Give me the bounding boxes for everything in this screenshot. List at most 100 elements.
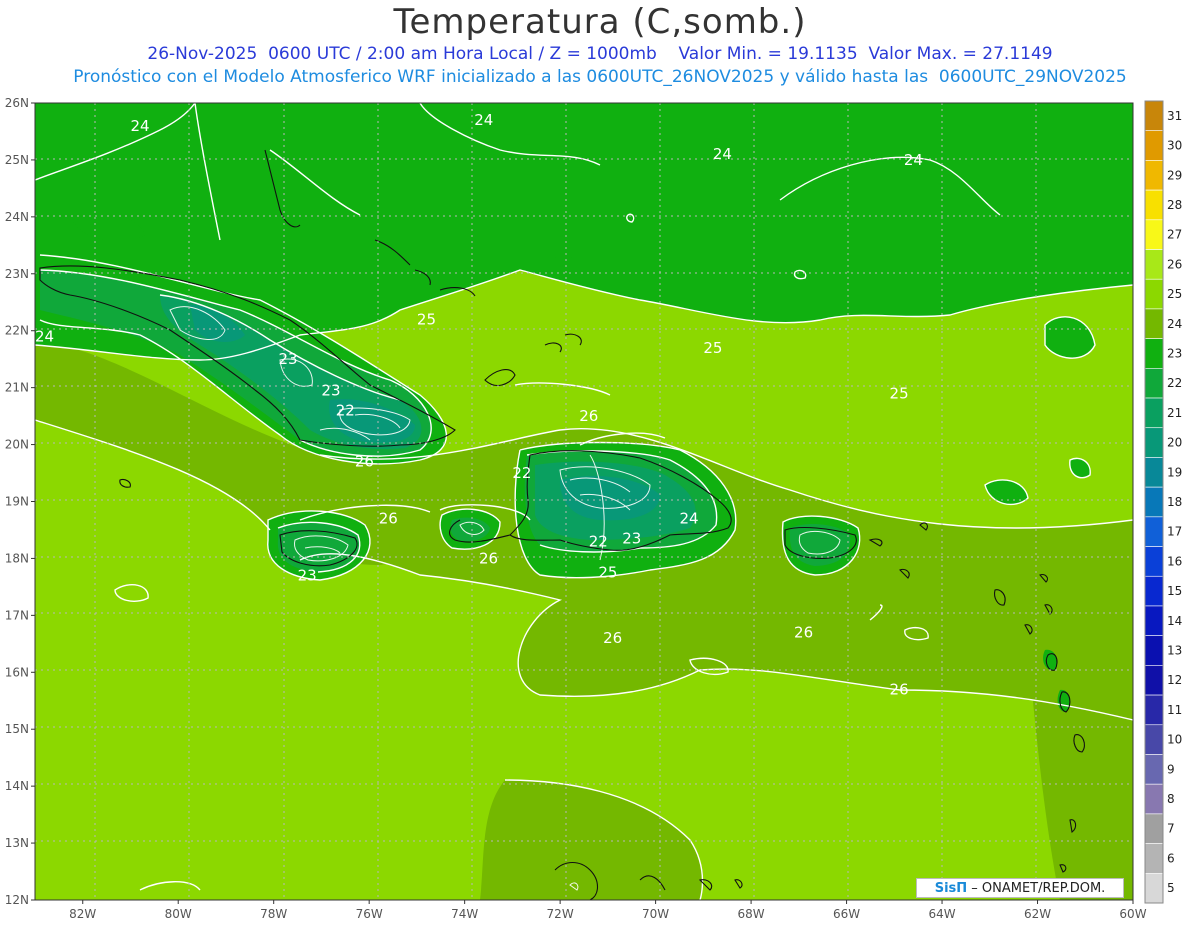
lat-label: 25N — [5, 153, 29, 167]
contour-label: 26 — [794, 623, 813, 641]
lat-label: 14N — [5, 779, 29, 793]
lon-label: 74W — [451, 907, 478, 921]
lon-label: 80W — [165, 907, 192, 921]
colorbar-swatch — [1144, 605, 1164, 636]
lat-label: 13N — [5, 836, 29, 850]
colorbar-label: 17 — [1167, 525, 1182, 539]
contour-label: 22 — [512, 464, 531, 482]
lat-label: 17N — [5, 608, 29, 622]
colorbar-swatch — [1144, 754, 1164, 785]
lon-label: 64W — [928, 907, 955, 921]
contour-label: 22 — [589, 532, 608, 550]
contour-label: 23 — [298, 567, 317, 585]
contour-label: 23 — [622, 530, 641, 548]
colorbar-label: 23 — [1167, 346, 1182, 360]
lat-label: 21N — [5, 381, 29, 395]
colorbar-label: 16 — [1167, 554, 1182, 568]
colorbar-swatch — [1144, 130, 1164, 161]
contour-label: 23 — [321, 381, 340, 399]
colorbar-swatch — [1144, 457, 1164, 488]
lat-label: 19N — [5, 495, 29, 509]
contour-label: 26 — [379, 510, 398, 528]
colorbar-label: 14 — [1167, 614, 1182, 628]
colorbar-label: 20 — [1167, 436, 1182, 450]
colorbar-swatch — [1144, 397, 1164, 429]
colorbar-swatch — [1144, 189, 1164, 221]
colorbar-label: 11 — [1167, 703, 1182, 717]
colorbar-swatch — [1144, 368, 1164, 399]
temperature-field — [35, 103, 1133, 900]
contour-label: 26 — [603, 629, 622, 647]
lat-label: 26N — [5, 96, 29, 110]
lat-label: 22N — [5, 324, 29, 338]
colorbar-swatch — [1144, 694, 1164, 726]
contour-label: 25 — [598, 564, 617, 582]
contour-label: 25 — [890, 384, 909, 402]
contour-label: 24 — [679, 510, 698, 528]
lat-label: 12N — [5, 893, 29, 907]
lon-label: 68W — [738, 907, 765, 921]
contour-label: 24 — [35, 327, 54, 345]
map-figure: 24 24 24 24 24 23 23 22 25 25 25 26 26 26 22 24 22 23 26 23… — [5, 96, 1183, 921]
lat-label: 18N — [5, 551, 29, 565]
colorbar-label: 27 — [1167, 228, 1182, 242]
lon-label: 82W — [69, 907, 96, 921]
lat-label: 16N — [5, 665, 29, 679]
colorbar-swatch — [1144, 278, 1164, 310]
colorbar-swatch — [1144, 635, 1164, 666]
colorbar-label: 10 — [1167, 733, 1182, 747]
contour-label: 26 — [479, 549, 498, 567]
colorbar-swatch — [1144, 843, 1164, 874]
colorbar-label: 30 — [1167, 139, 1182, 153]
colorbar-swatch — [1144, 813, 1164, 844]
colorbar-label: 28 — [1167, 198, 1182, 212]
colorbar-label: 31 — [1167, 109, 1182, 123]
colorbar-label: 19 — [1167, 465, 1182, 479]
colorbar-label: 13 — [1167, 644, 1182, 658]
colorbar-label: 15 — [1167, 584, 1182, 598]
contour-label: 26 — [355, 453, 374, 471]
colorbar-swatch — [1144, 872, 1164, 904]
lon-label: 78W — [260, 907, 287, 921]
colorbar-label: 26 — [1167, 257, 1182, 271]
lon-label: 70W — [642, 907, 669, 921]
contour-label: 24 — [474, 111, 493, 129]
contour-label: 25 — [703, 339, 722, 357]
lon-label: 76W — [356, 907, 383, 921]
latitude-axis: 26N 25N 24N 23N 22N 21N 20N 19N 18N 17N 16N 15N 14N 1… — [5, 96, 35, 907]
colorbar-swatch — [1144, 249, 1164, 280]
colorbar-label: 25 — [1167, 287, 1182, 301]
lat-label: 23N — [5, 267, 29, 281]
colorbar-swatch — [1144, 427, 1164, 458]
lon-label: 72W — [547, 907, 574, 921]
colorbar-label: 6 — [1167, 851, 1175, 865]
colorbar-label: 7 — [1167, 822, 1175, 836]
colorbar-label: 8 — [1167, 792, 1175, 806]
contour-label: 25 — [417, 310, 436, 328]
lat-label: 20N — [5, 438, 29, 452]
contour-label: 24 — [130, 117, 149, 135]
colorbar-label: 12 — [1167, 673, 1182, 687]
colorbar-swatch — [1144, 575, 1164, 607]
colorbar-label: 18 — [1167, 495, 1182, 509]
contour-label: 23 — [278, 350, 297, 368]
longitude-axis: 82W 80W 78W 76W 74W 72W 70W 68W 66W 64W 62W 60W — [69, 900, 1147, 921]
colorbar-swatch — [1144, 665, 1164, 696]
colorbar-swatch — [1144, 219, 1164, 250]
colorbar-swatch — [1144, 486, 1164, 518]
lon-label: 66W — [833, 907, 860, 921]
colorbar-label: 24 — [1167, 317, 1182, 331]
sispi-logo: SisΠ — [934, 881, 968, 896]
credit-text: – ONAMET/REP.DOM. — [967, 881, 1106, 896]
contour-label: 26 — [890, 680, 909, 698]
credit-box: SisΠ – ONAMET/REP.DOM. — [916, 878, 1124, 898]
colorbar-legend: 31 30 29 28 27 26 25 24 23 22 21 20 19 18 17 16 15 14 13 12… — [1144, 100, 1182, 904]
lat-label: 24N — [5, 210, 29, 224]
contour-label: 24 — [904, 151, 923, 169]
lon-label: 62W — [1024, 907, 1051, 921]
colorbar-label: 22 — [1167, 376, 1182, 390]
contour-label: 26 — [579, 407, 598, 425]
lon-label: 60W — [1119, 907, 1146, 921]
colorbar-label: 21 — [1167, 406, 1182, 420]
lat-label: 15N — [5, 722, 29, 736]
